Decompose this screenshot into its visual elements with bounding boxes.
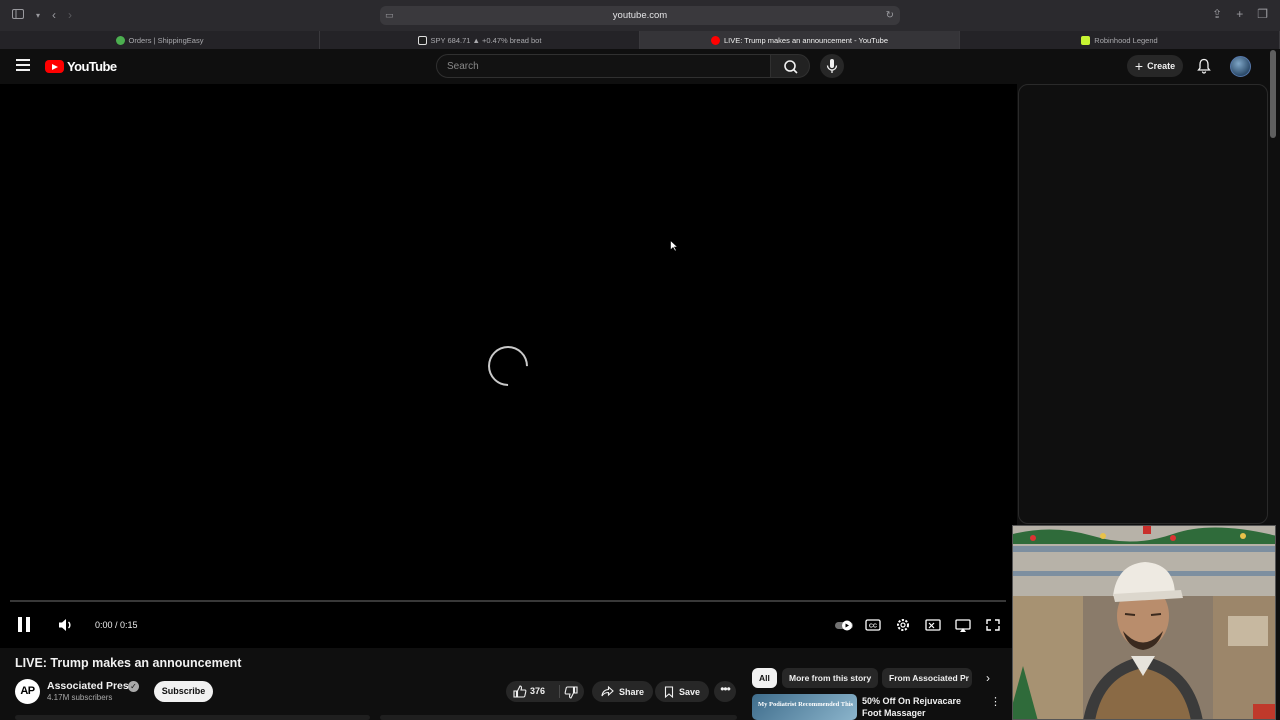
back-icon[interactable]: ‹	[52, 8, 56, 22]
loading-spinner-icon	[479, 337, 537, 395]
share-button[interactable]: Share	[592, 681, 654, 702]
browser-actions: ⇪ + ❐	[1212, 7, 1268, 21]
search-input[interactable]	[437, 55, 770, 77]
tab-label: SPY 684.71 ▲ +0.47% bread bot	[430, 35, 542, 45]
tab-overview-icon[interactable]: ❐	[1257, 7, 1268, 21]
tab-youtube[interactable]: LIVE: Trump makes an announcement - YouT…	[640, 31, 960, 49]
tab-spy[interactable]: SPY 684.71 ▲ +0.47% bread bot	[320, 31, 640, 49]
url-text: youtube.com	[612, 10, 668, 21]
voice-search-button[interactable]	[820, 54, 844, 78]
page-settings-icon[interactable]: ▭	[385, 6, 394, 25]
browser-toolbar: ▾ ‹ › ▭ youtube.com ↻ ⇪ + ❐	[0, 0, 1280, 31]
share-arrow-icon	[601, 686, 614, 697]
notifications-bell-icon[interactable]	[1197, 58, 1211, 74]
like-divider	[559, 685, 560, 698]
settings-gear-icon[interactable]	[894, 617, 912, 633]
comment-strip	[15, 715, 370, 720]
verified-badge-icon: ✓	[128, 681, 139, 692]
robinhood-favicon-icon	[1081, 35, 1091, 45]
player-controls: 0:00 / 0:15 CC	[0, 612, 1017, 640]
plus-icon: +	[1134, 58, 1144, 74]
comment-strip	[380, 715, 737, 720]
volume-icon[interactable]	[56, 616, 76, 634]
search-icon	[784, 60, 798, 74]
youtube-play-icon	[45, 60, 64, 73]
subscribe-button[interactable]: Subscribe	[154, 681, 213, 702]
webcam-feed-image	[1013, 526, 1275, 719]
share-icon[interactable]: ⇪	[1212, 7, 1222, 21]
sidebar-toggle-icon[interactable]	[12, 8, 24, 22]
dislike-icon[interactable]	[564, 686, 578, 699]
more-actions-icon[interactable]: •••	[714, 681, 736, 702]
youtube-favicon-icon	[711, 35, 720, 45]
fullscreen-icon[interactable]	[984, 617, 1002, 633]
mouse-cursor-icon	[670, 240, 678, 252]
channel-avatar[interactable]: AP	[15, 679, 40, 704]
logo-text: YouTube	[67, 59, 117, 74]
tab-label: LIVE: Trump makes an announcement - YouT…	[724, 35, 888, 45]
microphone-icon	[826, 59, 838, 73]
chip-more-from-story[interactable]: More from this story	[782, 668, 879, 688]
like-dislike-group: 376	[506, 681, 584, 702]
progress-bar[interactable]	[10, 600, 1006, 602]
like-icon[interactable]	[513, 685, 527, 698]
tab-bar: Orders | ShippingEasy SPY 684.71 ▲ +0.47…	[0, 31, 1280, 49]
create-label: Create	[1147, 61, 1176, 71]
ad-title[interactable]: 50% Off On Rejuvacare Foot Massager	[862, 695, 982, 719]
miniplayer-icon[interactable]	[924, 617, 942, 633]
tab-label: Robinhood Legend	[1094, 35, 1158, 45]
share-label: Share	[619, 686, 645, 697]
account-avatar[interactable]	[1230, 56, 1251, 77]
browser-nav-group: ▾ ‹ ›	[12, 8, 72, 22]
menu-icon[interactable]	[16, 59, 30, 71]
create-button[interactable]: + Create	[1127, 55, 1183, 77]
page-scrollbar[interactable]	[1270, 50, 1276, 138]
webcam-overlay	[1012, 525, 1276, 720]
chevron-down-icon[interactable]: ▾	[36, 11, 40, 20]
captions-icon[interactable]: CC	[864, 617, 882, 633]
channel-name[interactable]: Associated Press	[47, 680, 135, 692]
yt-masthead: YouTube + Create	[0, 49, 1280, 84]
ad-thumbnail-text: My Podiatrist Recommended This	[758, 701, 854, 708]
chevron-right-icon[interactable]: ›	[980, 670, 996, 686]
reload-icon[interactable]: ↻	[886, 6, 894, 25]
video-player[interactable]: 0:00 / 0:15 CC	[0, 84, 1017, 648]
side-panel	[1018, 84, 1268, 524]
autoplay-toggle-icon[interactable]	[834, 617, 854, 633]
tradingview-favicon-icon	[417, 35, 427, 45]
svg-text:CC: CC	[869, 624, 877, 630]
forward-icon[interactable]: ›	[68, 8, 72, 22]
search-box	[436, 54, 771, 78]
ad-menu-icon[interactable]: ⋮	[990, 695, 1001, 708]
tab-label: Orders | ShippingEasy	[128, 35, 204, 45]
video-title: LIVE: Trump makes an announcement	[15, 656, 242, 670]
save-label: Save	[679, 686, 701, 697]
time-display: 0:00 / 0:15	[95, 620, 138, 630]
bookmark-icon	[664, 685, 674, 698]
tab-shippingeasy[interactable]: Orders | ShippingEasy	[0, 31, 320, 49]
pause-icon[interactable]	[18, 617, 32, 632]
save-button[interactable]: Save	[655, 681, 710, 702]
search-button[interactable]	[770, 54, 810, 78]
chip-from-channel[interactable]: From Associated Pr	[882, 668, 972, 688]
youtube-logo[interactable]: YouTube	[45, 59, 117, 74]
new-tab-icon[interactable]: +	[1236, 7, 1243, 21]
shippingeasy-favicon-icon	[115, 35, 125, 45]
address-bar[interactable]: ▭ youtube.com ↻	[380, 6, 900, 25]
ad-thumbnail[interactable]: My Podiatrist Recommended This	[752, 694, 857, 720]
chip-all[interactable]: All	[752, 668, 777, 688]
tab-robinhood[interactable]: Robinhood Legend	[960, 31, 1280, 49]
subscriber-count: 4.17M subscribers	[47, 693, 113, 702]
theater-mode-icon[interactable]	[954, 617, 972, 633]
like-count: 376	[530, 686, 546, 696]
